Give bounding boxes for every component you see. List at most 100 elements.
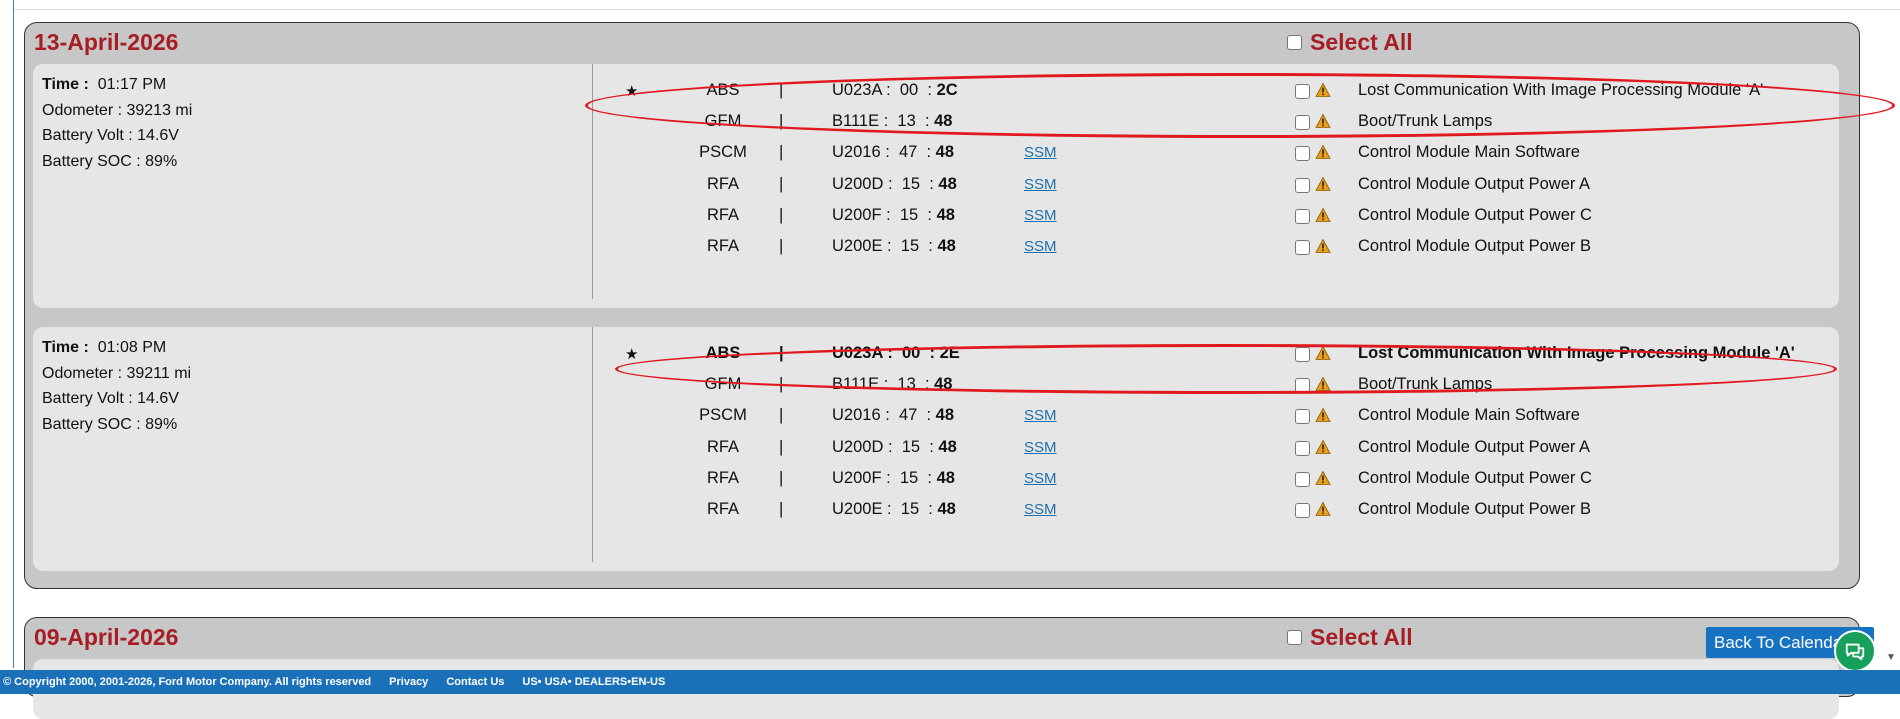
page-left-rule <box>13 0 14 668</box>
dtc-select-checkbox[interactable] <box>1295 208 1310 224</box>
ssm-link[interactable]: SSM <box>1024 501 1057 518</box>
module-name: RFA <box>706 437 740 456</box>
ssm-link[interactable]: SSM <box>1024 407 1057 424</box>
dtc-code: B111E : 13 : 48 <box>832 112 952 131</box>
module-name: PSCM <box>699 406 747 425</box>
dtc-code: U200F : 15 : 48 <box>832 469 955 488</box>
dtc-description: Control Module Main Software <box>1358 406 1580 425</box>
module-name: RFA <box>706 205 740 224</box>
dtc-status: 48 <box>935 406 955 425</box>
date-title: 13-April-2026 <box>34 29 179 55</box>
scroll-down-arrow-icon[interactable]: ▼ <box>1886 652 1896 663</box>
dtc-row: RFA | U200E : 15 : 48 SSM Control Module Out… <box>33 491 1839 529</box>
footer-privacy-link[interactable]: Privacy <box>389 676 428 688</box>
separator: | <box>779 406 784 425</box>
separator: | <box>779 174 784 193</box>
separator: | <box>779 237 784 255</box>
select-all-label: Select All <box>1310 29 1413 55</box>
dtc-select-checkbox[interactable] <box>1295 471 1310 487</box>
dtc-description: Control Module Output Power C <box>1358 468 1592 487</box>
warning-triangle-icon <box>1315 345 1331 360</box>
footer-contact-link[interactable]: Contact Us <box>446 676 504 688</box>
ssm-link[interactable]: SSM <box>1024 176 1057 193</box>
dtc-status: 48 <box>935 143 955 162</box>
dtc-code-text: B111E : 13 : <box>832 112 935 131</box>
chat-bubble-icon[interactable] <box>1834 630 1876 672</box>
ssm-link[interactable]: SSM <box>1024 470 1057 487</box>
select-all-checkbox[interactable] <box>1287 630 1302 645</box>
dtc-code: U2016 : 47 : 48 <box>832 143 954 162</box>
ssm-link[interactable]: SSM <box>1024 207 1057 224</box>
dtc-select-checkbox[interactable] <box>1295 146 1310 162</box>
ssm-link[interactable]: SSM <box>1024 238 1057 255</box>
module-name: ABS <box>705 344 741 362</box>
warning-triangle-icon <box>1315 439 1331 454</box>
select-all-checkbox[interactable] <box>1287 35 1302 50</box>
module-name: ABS <box>706 81 740 99</box>
dtc-status: 48 <box>937 500 956 518</box>
dtc-description: Control Module Output Power A <box>1358 174 1591 193</box>
dtc-code-text: U200E : 15 : <box>832 500 938 518</box>
module-name: PSCM <box>699 143 747 162</box>
dtc-record: Time : 01:17 PM Odometer : 39213 mi Batt… <box>33 64 1839 308</box>
star-icon: ★ <box>625 346 639 363</box>
dtc-status: 48 <box>937 237 956 255</box>
ssm-link[interactable]: SSM <box>1024 144 1057 161</box>
dtc-record: Time : 01:08 PM Odometer : 39211 mi Batt… <box>33 327 1839 571</box>
dtc-status: 2E <box>939 344 960 362</box>
dtc-status: 48 <box>938 437 957 456</box>
select-all[interactable]: Select All <box>1287 29 1413 56</box>
dtc-select-checkbox[interactable] <box>1295 347 1310 362</box>
dtc-code: U200E : 15 : 48 <box>832 500 956 519</box>
warning-triangle-icon <box>1315 470 1331 485</box>
dtc-code-text: U200D : 15 : <box>832 174 939 193</box>
separator: | <box>779 112 784 131</box>
top-strip <box>14 0 1900 10</box>
select-all-label: Select All <box>1310 624 1413 650</box>
footer: © Copyright 2000, 2001-2026, Ford Motor … <box>0 670 1900 694</box>
dtc-code: B111E : 13 : 48 <box>832 375 952 394</box>
footer-copyright: © Copyright 2000, 2001-2026, Ford Motor … <box>3 676 372 688</box>
warning-triangle-icon <box>1315 408 1331 423</box>
dtc-select-checkbox[interactable] <box>1295 84 1310 99</box>
module-name: RFA <box>706 500 740 518</box>
warning-triangle-icon <box>1315 376 1331 392</box>
separator: | <box>779 81 784 99</box>
module-name: RFA <box>706 468 740 487</box>
warning-triangle-icon <box>1315 113 1331 129</box>
dtc-select-checkbox[interactable] <box>1295 409 1310 425</box>
dtc-select-checkbox[interactable] <box>1295 503 1310 518</box>
select-all[interactable]: Select All <box>1287 624 1413 651</box>
dtc-description: Control Module Output Power B <box>1358 237 1591 255</box>
dtc-description: Lost Communication With Image Processing… <box>1358 344 1795 362</box>
dtc-status: 48 <box>938 174 957 193</box>
dtc-description: Control Module Output Power A <box>1358 437 1591 456</box>
separator: | <box>779 375 784 394</box>
dtc-status: 2C <box>936 81 958 99</box>
dtc-select-checkbox[interactable] <box>1295 378 1310 394</box>
date-group-13-april: 13-April-2026 Select All Time : 01:17 PM… <box>24 22 1895 589</box>
dtc-code: U200D : 15 : 48 <box>832 175 957 194</box>
dtc-description: Lost Communication With Image Processing… <box>1358 81 1764 99</box>
footer-locale: US• USA• DEALERS•EN-US <box>522 676 666 688</box>
dtc-code-text: U200E : 15 : <box>832 237 938 255</box>
dtc-select-checkbox[interactable] <box>1295 177 1310 193</box>
ssm-link[interactable]: SSM <box>1024 439 1057 456</box>
separator: | <box>779 437 784 456</box>
module-name: RFA <box>706 174 740 193</box>
dtc-code-text: U200F : 15 : <box>832 205 937 224</box>
warning-triangle-icon <box>1315 207 1331 222</box>
dtc-select-checkbox[interactable] <box>1295 440 1310 456</box>
dtc-code: U023A : 00 : 2E <box>832 344 960 363</box>
dtc-select-checkbox[interactable] <box>1295 115 1310 131</box>
dtc-description: Control Module Output Power C <box>1358 205 1592 224</box>
dtc-select-checkbox[interactable] <box>1295 240 1310 255</box>
dtc-description: Boot/Trunk Lamps <box>1358 375 1493 394</box>
dtc-code-text: U2016 : 47 : <box>832 406 936 425</box>
dtc-code: U2016 : 47 : 48 <box>832 406 954 425</box>
dtc-code-text: U023A : 00 : <box>832 344 940 362</box>
dtc-code: U200D : 15 : 48 <box>832 438 957 457</box>
module-name: RFA <box>706 237 740 255</box>
dtc-description: Boot/Trunk Lamps <box>1358 112 1493 131</box>
dtc-code-text: U200D : 15 : <box>832 437 939 456</box>
